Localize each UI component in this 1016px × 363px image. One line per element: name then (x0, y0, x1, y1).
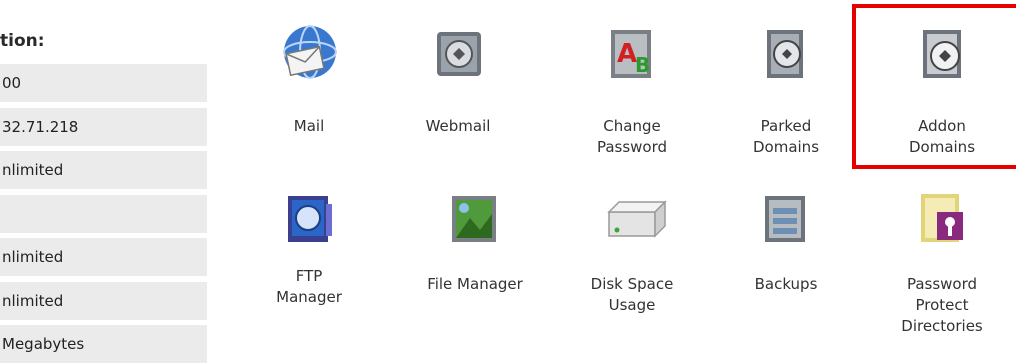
file-manager-tile[interactable]: File Manager (400, 184, 550, 359)
backups-tile[interactable]: Backups (711, 184, 861, 359)
webmail-label: Webmail (425, 117, 491, 135)
parked-domains-label: Parked Domains (752, 117, 820, 156)
mail-label: Mail (293, 117, 325, 135)
ftp-manager-tile[interactable]: FTP Manager (234, 184, 384, 359)
ftp-manager-icon (288, 196, 332, 242)
stat-row: nlimited (0, 151, 207, 189)
stat-value: Megabytes (2, 335, 85, 353)
mail-tile[interactable]: Mail (234, 20, 384, 170)
password-protect-label: Password Protect Directories (901, 275, 983, 335)
stat-row: nlimited (0, 238, 207, 276)
stat-row: 00 (0, 64, 207, 102)
stats-heading: tion: (0, 31, 45, 51)
stat-row: Megabytes (0, 325, 207, 363)
stat-row (0, 195, 207, 233)
webmail-icon (437, 32, 481, 76)
password-protect-icon (921, 194, 963, 242)
stats-panel: tion: 00 32.71.218 nlimited nlimited nli… (0, 0, 210, 363)
change-password-label: Change Password (596, 117, 668, 156)
stat-value: nlimited (2, 292, 64, 310)
webmail-tile[interactable]: Webmail (383, 20, 533, 170)
stat-row: nlimited (0, 282, 207, 320)
stat-row: 32.71.218 (0, 108, 207, 146)
parked-domains-icon (767, 30, 803, 78)
backups-label: Backups (754, 275, 818, 293)
file-manager-label: File Manager (427, 275, 523, 293)
disk-space-label: Disk Space Usage (590, 275, 674, 314)
highlight-box (852, 4, 1016, 169)
backups-icon (765, 196, 805, 242)
file-manager-icon (452, 196, 496, 242)
stat-value: nlimited (2, 248, 64, 266)
change-password-icon: A B (611, 30, 651, 78)
stat-value: nlimited (2, 161, 64, 179)
parked-domains-tile[interactable]: Parked Domains (711, 20, 861, 170)
disk-space-tile[interactable]: Disk Space Usage (557, 184, 707, 359)
stat-value: 32.71.218 (2, 118, 79, 136)
svg-text:B: B (635, 53, 650, 77)
stat-value: 00 (2, 74, 22, 92)
mail-globe-icon (283, 25, 337, 79)
disk-space-icon (607, 200, 667, 238)
ftp-manager-label: FTP Manager (276, 267, 342, 306)
password-protect-tile[interactable]: Password Protect Directories (867, 184, 1016, 359)
change-password-tile[interactable]: A B Change Password (557, 20, 707, 170)
